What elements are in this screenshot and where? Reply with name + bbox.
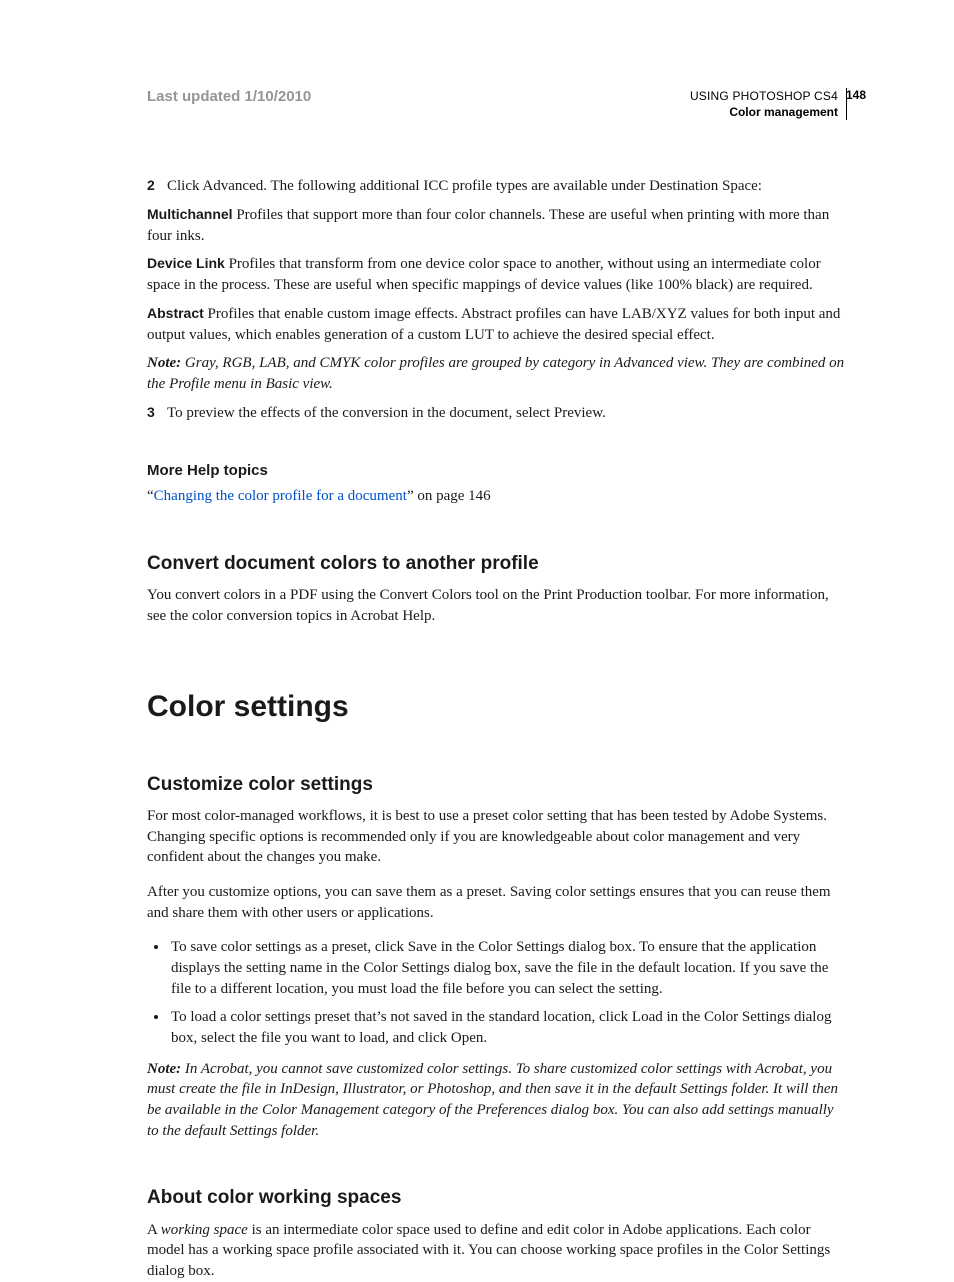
definition-multichannel: Multichannel Profiles that support more … [147,205,847,246]
step-number: 2 [147,176,167,197]
about-pre: A [147,1222,161,1238]
about-post: is an intermediate color space used to d… [147,1222,830,1279]
term-label: Device Link [147,255,225,271]
definition-abstract: Abstract Profiles that enable custom ima… [147,304,847,345]
term-text: Profiles that transform from one device … [147,256,821,293]
page-body: 2 Click Advanced. The following addition… [147,176,847,1281]
list-item: To load a color settings preset that’s n… [169,1007,847,1048]
heading-color-settings: Color settings [147,686,847,727]
about-paragraph: A working space is an intermediate color… [147,1220,847,1282]
note-text: In Acrobat, you cannot save customized c… [147,1061,838,1139]
customize-bullets: To save color settings as a preset, clic… [147,937,847,1048]
term-label: Abstract [147,305,204,321]
about-em: working space [161,1222,248,1238]
help-link-tail: ” on page 146 [407,488,491,504]
heading-convert-colors: Convert document colors to another profi… [147,551,847,577]
quote-open: “ [147,488,154,504]
step-2: 2 Click Advanced. The following addition… [147,176,847,197]
heading-customize: Customize color settings [147,772,847,798]
note-label: Note: [147,1061,181,1077]
page-number: 148 [846,88,866,102]
book-title: USING PHOTOSHOP CS4 [690,88,838,104]
help-link-change-profile[interactable]: Changing the color profile for a documen… [154,488,407,504]
list-item: To save color settings as a preset, clic… [169,937,847,999]
step-text: Click Advanced. The following additional… [167,176,762,197]
heading-about-working-spaces: About color working spaces [147,1185,847,1211]
more-help-heading: More Help topics [147,461,847,482]
term-text: Profiles that support more than four col… [147,207,829,244]
header-right: USING PHOTOSHOP CS4 Color management [690,88,847,120]
customize-paragraph-1: For most color-managed workflows, it is … [147,806,847,868]
last-updated: Last updated 1/10/2010 [147,88,311,105]
page: 148 Last updated 1/10/2010 USING PHOTOSH… [0,0,954,1235]
term-text: Profiles that enable custom image effect… [147,306,840,343]
note-text: Gray, RGB, LAB, and CMYK color profiles … [147,355,844,392]
more-help-line: “Changing the color profile for a docume… [147,486,847,507]
term-label: Multichannel [147,206,233,222]
convert-colors-paragraph: You convert colors in a PDF using the Co… [147,585,847,626]
page-header: Last updated 1/10/2010 USING PHOTOSHOP C… [147,88,847,120]
customize-paragraph-2: After you customize options, you can sav… [147,882,847,923]
note-label: Note: [147,355,181,371]
chapter-title: Color management [690,104,838,120]
note-acrobat: Note: In Acrobat, you cannot save custom… [147,1059,847,1142]
note-advanced-view: Note: Gray, RGB, LAB, and CMYK color pro… [147,353,847,394]
step-text: To preview the effects of the conversion… [167,403,606,424]
step-number: 3 [147,403,167,424]
definition-device-link: Device Link Profiles that transform from… [147,254,847,295]
step-3: 3 To preview the effects of the conversi… [147,403,847,424]
